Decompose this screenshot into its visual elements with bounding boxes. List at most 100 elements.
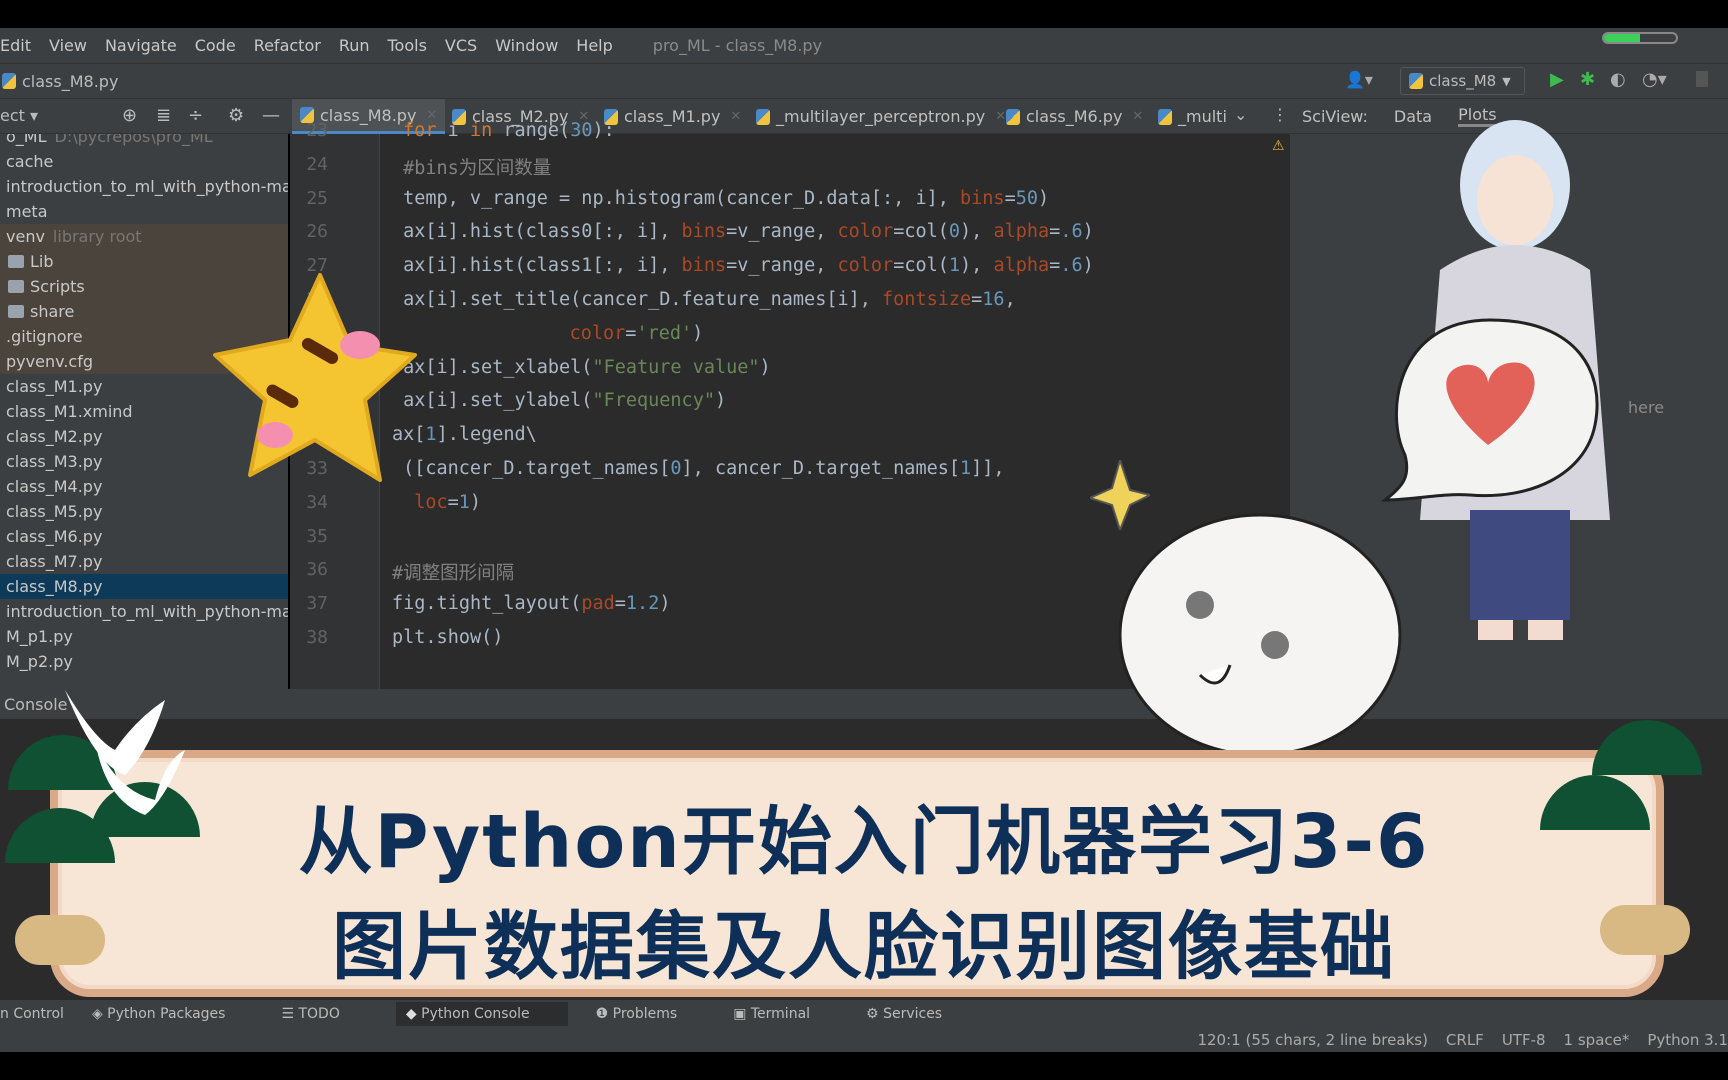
coverage-icon[interactable]: ◐ bbox=[1610, 69, 1626, 90]
tool-python-console[interactable]: ◆ Python Console bbox=[395, 1001, 568, 1026]
code-token: 'red' bbox=[636, 322, 693, 344]
folder-icon bbox=[8, 305, 24, 318]
code-token: = bbox=[1004, 187, 1016, 209]
tool-services[interactable]: ⚙ Services bbox=[866, 1006, 970, 1022]
tool-terminal[interactable]: ▣ Terminal bbox=[733, 1006, 838, 1022]
collapse-all-icon[interactable]: ÷ bbox=[188, 105, 203, 126]
code-token: = bbox=[971, 289, 983, 310]
line-number: 23 bbox=[306, 120, 328, 141]
close-icon[interactable]: ✕ bbox=[730, 109, 741, 124]
code-token: bins bbox=[960, 187, 1005, 209]
run-icon[interactable]: ▶ bbox=[1550, 69, 1564, 90]
project-tree-item[interactable]: introduction_to_ml_with_python-maste bbox=[0, 174, 288, 199]
menu-edit[interactable]: Edit bbox=[0, 36, 31, 55]
code-line[interactable]: loc=1) bbox=[414, 492, 481, 513]
minimize-icon[interactable]: — bbox=[262, 105, 280, 126]
menu-navigate[interactable]: Navigate bbox=[105, 36, 177, 55]
code-token: .6 bbox=[1060, 255, 1083, 277]
window-title: pro_ML - class_M8.py bbox=[652, 36, 823, 55]
project-tree-item[interactable]: class_M5.py bbox=[0, 499, 288, 524]
menu-refactor[interactable]: Refactor bbox=[254, 36, 321, 55]
code-token: "Feature value" bbox=[592, 356, 760, 378]
code-line[interactable]: plt.show() bbox=[392, 627, 503, 648]
code-token: alpha bbox=[993, 255, 1050, 277]
project-tree-item[interactable]: class_M7.py bbox=[0, 549, 288, 574]
code-line[interactable]: ax[i].set_title(cancer_D.feature_names[i… bbox=[403, 289, 1016, 310]
breadcrumb[interactable]: class_M8.py bbox=[22, 72, 118, 91]
status-indent[interactable]: 1 space* bbox=[1564, 1031, 1630, 1049]
menu-tools[interactable]: Tools bbox=[388, 36, 427, 55]
code-line[interactable]: color='red') bbox=[570, 323, 704, 344]
project-tree-item[interactable]: venv library root bbox=[0, 224, 288, 249]
profile-icon[interactable]: ◔▾ bbox=[1642, 69, 1667, 90]
project-tree-item[interactable]: class_M6.py bbox=[0, 524, 288, 549]
project-tree-item[interactable]: class_M8.py bbox=[0, 574, 288, 599]
python-file-icon bbox=[1158, 108, 1172, 125]
menu-help[interactable]: Help bbox=[576, 36, 612, 55]
project-tree-item[interactable]: cache bbox=[0, 149, 288, 174]
code-token: ): bbox=[592, 120, 615, 141]
code-token: fig.tight_layout( bbox=[392, 593, 582, 615]
code-line[interactable]: ([cancer_D.target_names[0], cancer_D.tar… bbox=[403, 458, 1004, 479]
code-line[interactable]: ax[i].set_xlabel("Feature value") bbox=[403, 357, 771, 378]
project-tree-item[interactable]: M_p1.py bbox=[0, 624, 288, 649]
stop-icon[interactable] bbox=[1696, 71, 1708, 87]
warning-icon: ⚠ bbox=[1272, 138, 1285, 154]
python-file-icon bbox=[756, 108, 770, 125]
status-line-separator[interactable]: CRLF bbox=[1446, 1031, 1484, 1049]
code-line[interactable]: ax[i].hist(class0[:, i], bins=v_range, c… bbox=[403, 221, 1094, 242]
tab-label: class_M1.py bbox=[624, 107, 721, 126]
tab-class-m6[interactable]: class_M6.py ✕ bbox=[998, 99, 1151, 134]
menu-run[interactable]: Run bbox=[339, 36, 370, 55]
item-label: share bbox=[30, 302, 75, 321]
project-tree-item[interactable]: introduction_to_ml_with_python-maste bbox=[0, 599, 288, 624]
tab-class-m1[interactable]: class_M1.py ✕ bbox=[596, 99, 749, 134]
code-token: 1 bbox=[425, 424, 437, 446]
tab-label: _multi bbox=[1178, 107, 1227, 126]
debug-icon[interactable]: ✱ bbox=[1580, 69, 1595, 90]
tool-python-packages[interactable]: ◈ Python Packages bbox=[92, 1006, 254, 1022]
line-number: 36 bbox=[306, 559, 328, 581]
tool-problems[interactable]: ❶ Problems bbox=[596, 1006, 706, 1022]
code-token: temp, v_range = np.histogram(cancer_D.da… bbox=[403, 187, 960, 209]
status-caret-position[interactable]: 120:1 (55 chars, 2 line breaks) bbox=[1197, 1031, 1427, 1049]
locate-icon[interactable]: ⊕ bbox=[122, 105, 137, 126]
heart-speech-bubble-icon bbox=[1380, 318, 1599, 502]
tab-multi[interactable]: _multi bbox=[1150, 99, 1235, 134]
code-line[interactable]: temp, v_range = np.histogram(cancer_D.da… bbox=[403, 188, 1049, 209]
menu-view[interactable]: View bbox=[49, 36, 87, 55]
code-line[interactable]: ax[i].set_ylabel("Frequency") bbox=[403, 390, 726, 411]
code-token: 1 bbox=[458, 491, 470, 513]
code-token: "Frequency" bbox=[592, 390, 715, 412]
menu-window[interactable]: Window bbox=[495, 36, 558, 55]
tab-multilayer-perceptron[interactable]: _multilayer_perceptron.py ✕ bbox=[748, 99, 1014, 134]
project-tree-item[interactable]: M_p2.py bbox=[0, 649, 288, 674]
more-options-icon[interactable]: ⋮ bbox=[1272, 105, 1288, 124]
tool-version-control[interactable]: n Control bbox=[0, 1006, 64, 1022]
item-label: class_M3.py bbox=[6, 452, 103, 471]
code-token: .6 bbox=[1060, 221, 1083, 243]
project-tree-item[interactable]: meta bbox=[0, 199, 288, 224]
tab-overflow-chevron-icon[interactable]: ⌄ bbox=[1234, 105, 1247, 124]
project-tree-item[interactable]: o_ML D:\pycrepos\pro_ML bbox=[0, 134, 288, 149]
code-line[interactable]: #调整图形间隔 bbox=[392, 559, 514, 585]
user-icon[interactable]: 👤▾ bbox=[1345, 70, 1373, 89]
tool-todo[interactable]: ☰ TODO bbox=[281, 1006, 367, 1022]
menu-code[interactable]: Code bbox=[195, 36, 236, 55]
item-label: meta bbox=[6, 202, 48, 221]
close-icon[interactable]: ✕ bbox=[1132, 109, 1143, 124]
code-token: for bbox=[403, 120, 448, 141]
status-encoding[interactable]: UTF-8 bbox=[1502, 1031, 1546, 1049]
code-line[interactable]: ax[i].hist(class1[:, i], bins=v_range, c… bbox=[403, 255, 1094, 276]
run-config-select[interactable]: class_M8 ▼ bbox=[1400, 67, 1525, 95]
status-interpreter[interactable]: Python 3.1 bbox=[1647, 1031, 1728, 1049]
console-header: Console bbox=[0, 689, 1728, 719]
code-line[interactable]: for i in range(30): bbox=[403, 120, 615, 141]
menu-vcs[interactable]: VCS bbox=[445, 36, 477, 55]
expand-all-icon[interactable]: ≣ bbox=[156, 105, 171, 126]
code-line[interactable]: #bins为区间数量 bbox=[403, 154, 551, 180]
gear-icon[interactable]: ⚙ bbox=[228, 105, 244, 126]
project-view-select[interactable]: ect ▾ bbox=[0, 106, 38, 125]
code-token: ax[i].set_xlabel( bbox=[403, 356, 593, 378]
code-line[interactable]: fig.tight_layout(pad=1.2) bbox=[392, 593, 670, 614]
